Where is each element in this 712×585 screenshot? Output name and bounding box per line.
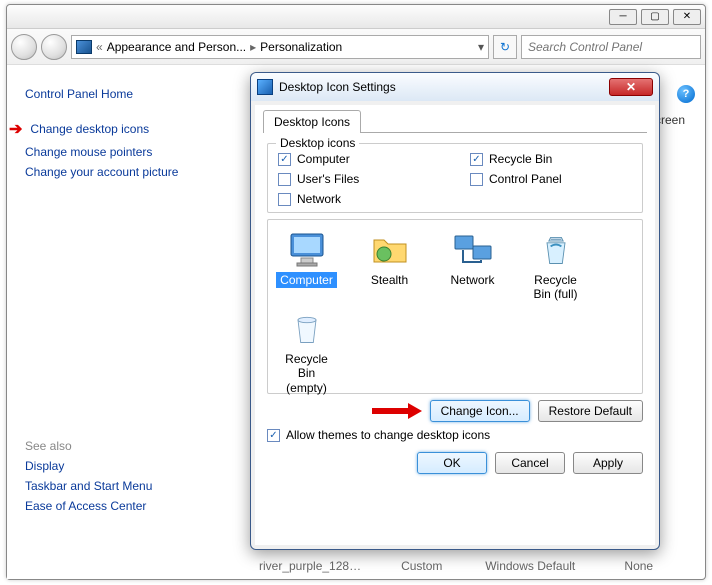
- change-account-picture-link[interactable]: Change your account picture: [25, 165, 229, 179]
- computer-icon: [285, 230, 329, 270]
- cancel-button[interactable]: Cancel: [495, 452, 565, 474]
- restore-default-button[interactable]: Restore Default: [538, 400, 643, 422]
- folder-icon: [368, 230, 412, 270]
- see-also-heading: See also: [25, 439, 229, 453]
- apply-button[interactable]: Apply: [573, 452, 643, 474]
- icon-network[interactable]: Network: [440, 230, 505, 303]
- dialog-close-button[interactable]: ✕: [609, 78, 653, 96]
- dialog-title: Desktop Icon Settings: [279, 80, 603, 94]
- breadcrumb-item[interactable]: Appearance and Person...: [107, 40, 246, 54]
- monitor-icon: [76, 40, 92, 54]
- red-arrow-icon: ➔: [9, 119, 22, 139]
- change-desktop-icons-link[interactable]: ➔ Change desktop icons: [25, 119, 229, 139]
- recycle-bin-empty-icon: [285, 309, 329, 349]
- maximize-button[interactable]: ▢: [641, 9, 669, 25]
- checkbox-label: Computer: [297, 152, 350, 166]
- change-mouse-pointers-link[interactable]: Change mouse pointers: [25, 145, 229, 159]
- taskbar-link[interactable]: Taskbar and Start Menu: [25, 479, 229, 493]
- checkbox-label: Network: [297, 192, 341, 206]
- icon-label: Recycle Bin (full): [523, 272, 588, 303]
- control-panel-checkbox[interactable]: Control Panel: [470, 172, 632, 186]
- icon-label: Computer: [276, 272, 337, 288]
- icon-label: Stealth: [367, 272, 412, 288]
- checkbox-label: User's Files: [297, 172, 359, 186]
- group-legend: Desktop icons: [276, 136, 359, 150]
- allow-themes-checkbox[interactable]: ✓ Allow themes to change desktop icons: [267, 428, 643, 442]
- ok-button[interactable]: OK: [417, 452, 487, 474]
- forward-button[interactable]: [41, 34, 67, 60]
- address-bar[interactable]: « Appearance and Person... ▸ Personaliza…: [71, 35, 489, 59]
- icon-label: Network: [446, 272, 498, 288]
- theme-item[interactable]: Custom: [368, 559, 477, 573]
- chevron-left-icon: «: [96, 40, 103, 54]
- change-icon-button[interactable]: Change Icon...: [430, 400, 530, 422]
- refresh-icon: ↻: [500, 40, 510, 54]
- refresh-button[interactable]: ↻: [493, 35, 517, 59]
- desktop-icon-settings-dialog: Desktop Icon Settings ✕ Desktop Icons De…: [250, 72, 660, 550]
- computer-checkbox[interactable]: ✓Computer: [278, 152, 440, 166]
- dialog-icon: [257, 79, 273, 95]
- help-icon[interactable]: ?: [677, 85, 695, 103]
- icon-label: Recycle Bin (empty): [274, 351, 339, 396]
- dialog-body: Desktop Icons Desktop icons ✓Computer Us…: [255, 105, 655, 545]
- window-titlebar: ─ ▢ ✕: [7, 5, 705, 29]
- icon-recycle-bin-empty[interactable]: Recycle Bin (empty): [274, 309, 339, 396]
- users-files-checkbox[interactable]: User's Files: [278, 172, 440, 186]
- back-button[interactable]: [11, 34, 37, 60]
- red-arrow-icon: [372, 405, 422, 417]
- network-checkbox[interactable]: Network: [278, 192, 440, 206]
- link-label: Change desktop icons: [30, 122, 149, 136]
- dialog-titlebar: Desktop Icon Settings ✕: [251, 73, 659, 101]
- close-button[interactable]: ✕: [673, 9, 701, 25]
- checkbox-label: Allow themes to change desktop icons: [286, 428, 490, 442]
- control-panel-home-link[interactable]: Control Panel Home: [25, 87, 229, 101]
- search-input[interactable]: [528, 40, 694, 54]
- icon-stealth[interactable]: Stealth: [357, 230, 422, 303]
- checkbox-label: Control Panel: [489, 172, 562, 186]
- display-link[interactable]: Display: [25, 459, 229, 473]
- background-theme-row: river_purple_1280x1... Custom Windows De…: [259, 559, 693, 573]
- search-box[interactable]: [521, 35, 701, 59]
- icon-computer[interactable]: Computer: [274, 230, 339, 303]
- chevron-right-icon: ▸: [250, 40, 256, 54]
- ease-of-access-link[interactable]: Ease of Access Center: [25, 499, 229, 513]
- desktop-icons-group: Desktop icons ✓Computer User's Files Net…: [267, 143, 643, 213]
- theme-item[interactable]: river_purple_1280x1...: [259, 559, 368, 573]
- toolbar: « Appearance and Person... ▸ Personaliza…: [7, 29, 705, 65]
- minimize-button[interactable]: ─: [609, 9, 637, 25]
- checkbox-label: Recycle Bin: [489, 152, 552, 166]
- theme-item[interactable]: None: [585, 559, 694, 573]
- icon-recycle-bin-full[interactable]: Recycle Bin (full): [523, 230, 588, 303]
- breadcrumb-item[interactable]: Personalization: [260, 40, 342, 54]
- recycle-bin-full-icon: [534, 230, 578, 270]
- sidebar: Control Panel Home ➔ Change desktop icon…: [7, 65, 247, 579]
- tab-desktop-icons[interactable]: Desktop Icons: [263, 110, 361, 133]
- icon-preview-panel: Computer Stealth Network: [267, 219, 643, 394]
- dropdown-icon[interactable]: ▾: [478, 40, 484, 54]
- recycle-bin-checkbox[interactable]: ✓Recycle Bin: [470, 152, 632, 166]
- theme-item[interactable]: Windows Default: [476, 559, 585, 573]
- tab-strip: Desktop Icons: [263, 109, 647, 133]
- network-icon: [451, 230, 495, 270]
